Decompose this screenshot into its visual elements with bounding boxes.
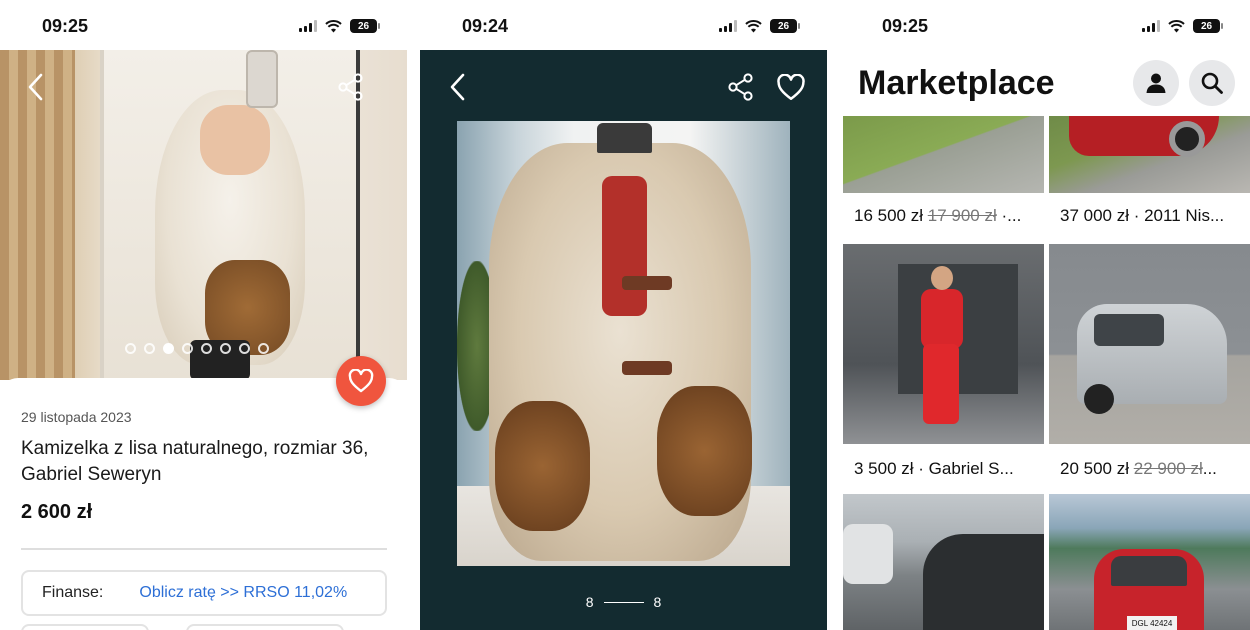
viewer-header [420,50,827,120]
share-button[interactable] [334,70,368,104]
page-title: Marketplace [858,64,1055,102]
chevron-left-icon [450,73,465,101]
listing-thumbnail [843,116,1044,193]
battery-icon: 26 [1193,19,1223,33]
carousel-dot-active[interactable] [163,343,174,354]
battery-icon: 26 [770,19,800,33]
listing-caption: 37 000 zł · 2011 Nis... [1060,206,1225,225]
license-plate: DGL 42424 [1127,616,1177,630]
listing-caption: 20 500 zł 22 900 zł... [1060,459,1217,478]
finance-calc-link[interactable]: Oblicz ratę >> RRSO 11,02% [139,584,347,602]
listing-info-sheet: 29 listopada 2023 Kamizelka z lisa natur… [0,378,407,630]
user-icon [1146,73,1166,93]
share-icon [338,73,363,101]
photo-counter-current: 8 [585,594,594,610]
listing-photo[interactable] [0,50,407,380]
listing-tile[interactable]: 3 500 zł · Gabriel S... [843,244,1044,490]
marketplace-screen: 09:25 26 Marketplace 16 500 zł 17 900 zł… [840,0,1250,630]
back-button[interactable] [442,70,472,104]
listing-detail-screen: 09:25 26 29 listopada 2023 Kamizelka z l… [0,0,407,630]
share-icon [728,73,753,101]
status-icons: 26 [1142,19,1223,33]
listing-tile[interactable]: 37 000 zł · 2011 Nis... [1049,116,1250,240]
wifi-icon [325,19,342,32]
listing-thumbnail: DGL 42424 [1049,494,1250,630]
listing-thumbnail [843,244,1044,444]
account-button[interactable] [1133,60,1179,106]
listing-date: 29 listopada 2023 [21,409,132,425]
photo-counter: 8 8 [420,594,827,610]
signal-icon [1142,20,1160,32]
listing-price: 2 600 zł [21,501,93,523]
photo-counter-total: 8 [653,594,662,610]
heart-icon [777,73,805,100]
search-button[interactable] [1189,60,1235,106]
info-chip[interactable] [186,624,344,630]
search-icon [1201,72,1223,94]
fullscreen-photo[interactable] [457,121,790,566]
carousel-dot[interactable] [239,343,250,354]
listing-thumbnail [1049,116,1250,193]
wifi-icon [745,19,762,32]
status-time: 09:24 [462,16,509,36]
status-icons: 26 [299,19,380,33]
finance-row[interactable]: Finanse: Oblicz ratę >> RRSO 11,02% [21,570,387,616]
heart-icon [348,369,374,393]
favorite-button[interactable] [336,356,386,406]
carousel-dots [125,343,269,354]
finance-label: Finanse: [42,584,104,601]
signal-icon [719,20,737,32]
share-button[interactable] [724,70,758,104]
listing-tile[interactable]: 16 500 zł 17 900 zł ·... [843,116,1044,240]
chevron-left-icon [28,73,43,101]
status-bar: 09:25 26 [0,0,407,50]
status-bar: 09:24 26 [420,0,827,50]
listing-thumbnail [1049,244,1250,444]
listing-thumbnail [843,494,1044,630]
carousel-dot[interactable] [125,343,136,354]
carousel-dot[interactable] [258,343,269,354]
carousel-dot[interactable] [220,343,231,354]
signal-icon [299,20,317,32]
battery-icon: 26 [350,19,380,33]
back-button[interactable] [20,70,50,104]
status-time: 09:25 [42,16,89,36]
listing-tile[interactable] [843,494,1044,630]
listing-tile[interactable]: 20 500 zł 22 900 zł... [1049,244,1250,490]
status-time: 09:25 [882,16,929,36]
wifi-icon [1168,19,1185,32]
listing-caption: 3 500 zł · Gabriel S... [854,459,1014,478]
listing-title: Kamizelka z lisa naturalnego, rozmiar 36… [21,438,369,485]
listing-caption: 16 500 zł 17 900 zł ·... [854,206,1022,225]
status-icons: 26 [719,19,800,33]
carousel-dot[interactable] [201,343,212,354]
favorite-button[interactable] [774,70,808,104]
carousel-dot[interactable] [182,343,193,354]
divider [21,548,387,550]
carousel-dot[interactable] [144,343,155,354]
photo-viewer-screen: 09:24 26 8 8 [420,0,827,630]
info-chip[interactable] [21,624,149,630]
listing-tile[interactable]: DGL 42424 [1049,494,1250,630]
status-bar: 09:25 26 [840,0,1250,50]
